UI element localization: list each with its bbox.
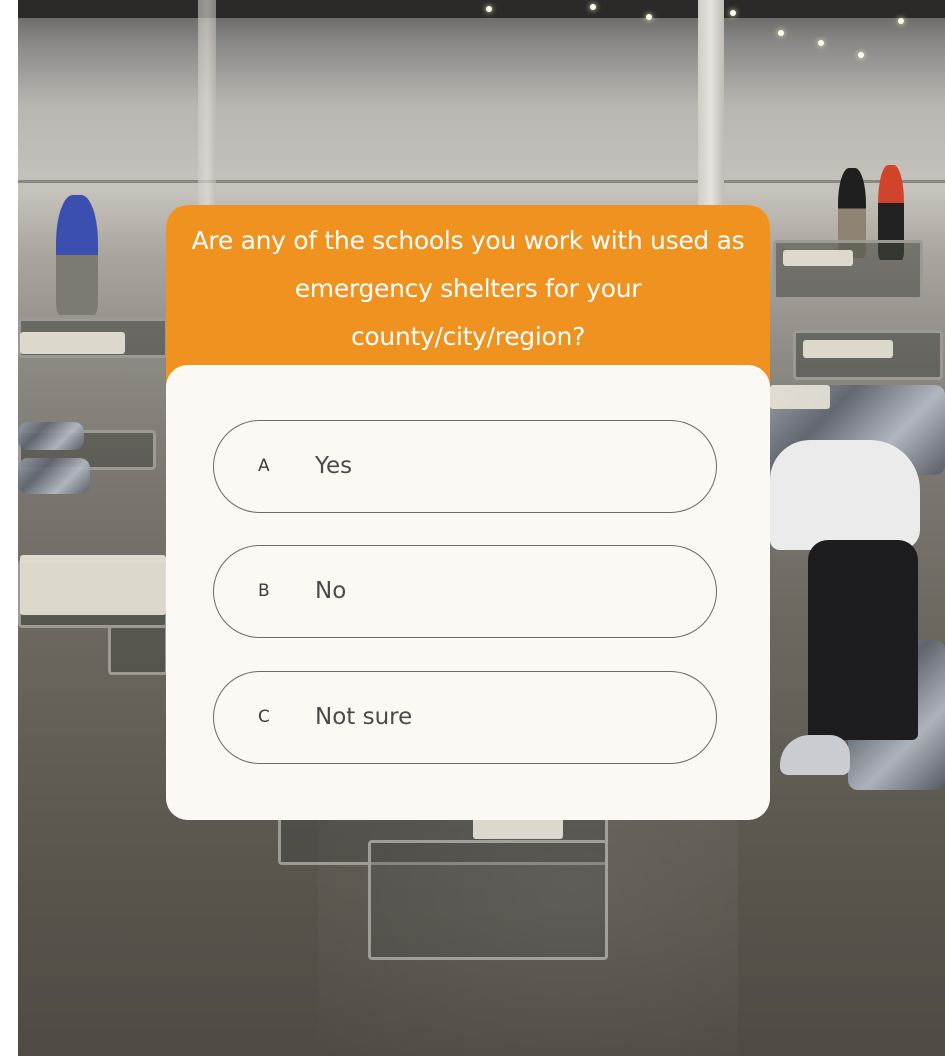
pillar — [198, 0, 216, 205]
question-text: Are any of the schools you work with use… — [191, 226, 745, 351]
folded-sheet — [770, 385, 830, 409]
ceiling-light — [858, 52, 864, 58]
option-key: B — [258, 581, 270, 601]
option-yes[interactable]: A Yes — [213, 420, 717, 513]
person-figure — [56, 195, 98, 315]
options-panel: A Yes B No C Not sure — [166, 365, 770, 820]
folded-sheet — [20, 555, 166, 615]
poll-card: Are any of the schools you work with use… — [166, 205, 770, 820]
worker-shirt — [770, 440, 920, 550]
ceiling-light — [486, 6, 492, 12]
cot — [108, 625, 168, 675]
ceiling-light — [818, 40, 824, 46]
option-key: C — [258, 707, 270, 727]
wall-baseline — [18, 180, 945, 183]
ceiling-light — [646, 14, 652, 20]
floor-reflection — [318, 780, 738, 1056]
option-not-sure[interactable]: C Not sure — [213, 671, 717, 764]
option-key: A — [258, 456, 270, 476]
worker-pants — [808, 540, 918, 740]
pillar — [698, 0, 724, 205]
ceiling-light — [898, 18, 904, 24]
cot — [773, 240, 923, 300]
worker-shoe — [780, 735, 850, 775]
ceiling-light — [590, 4, 596, 10]
ceiling — [18, 0, 945, 18]
plastic-wrap — [18, 422, 84, 450]
option-label: Not sure — [315, 704, 413, 730]
folded-sheet — [20, 332, 125, 354]
folded-sheet — [783, 250, 853, 266]
folded-sheet — [803, 340, 893, 358]
ceiling-light — [730, 10, 736, 16]
ceiling-light — [778, 30, 784, 36]
option-label: Yes — [315, 453, 353, 479]
option-label: No — [315, 578, 347, 604]
plastic-wrap — [18, 458, 90, 494]
option-no[interactable]: B No — [213, 545, 717, 638]
